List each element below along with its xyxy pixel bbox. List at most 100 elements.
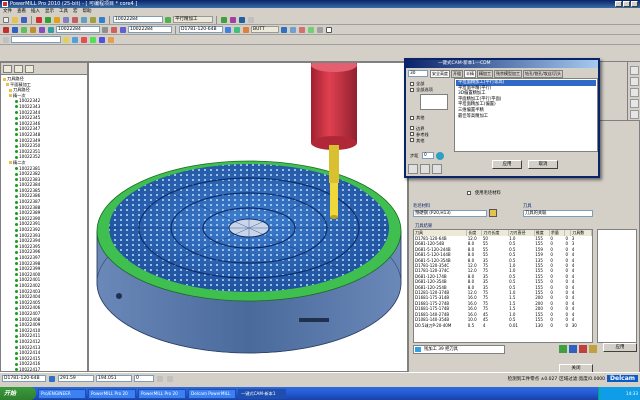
task-powermill-2[interactable]: PowerMILL Pro 20	[138, 388, 186, 399]
drill-icon[interactable]	[29, 26, 37, 34]
tip-radius-icon[interactable]	[47, 26, 55, 34]
save-icon[interactable]	[20, 16, 28, 24]
new-icon[interactable]	[2, 16, 10, 24]
tab-drill[interactable]: 钻孔/铣孔/攻丝/沉头	[523, 70, 564, 78]
strategy-list[interactable]: 平坦面精加工(平行等高) 平坦面半精(平行) 3D偏置精加工 平面精加工(平行/平面)…	[454, 78, 598, 152]
tool-select[interactable]: 刀具的关联	[523, 210, 593, 217]
menu-insert[interactable]: 插入	[31, 8, 40, 15]
tool-icon[interactable]	[2, 26, 10, 34]
boundary-label[interactable]: BUTT	[251, 26, 279, 33]
block-icon[interactable]	[62, 16, 70, 24]
task-one-click-cam[interactable]: 一键式CAM-新本1	[238, 388, 286, 399]
view-x-icon[interactable]	[629, 77, 639, 86]
view-top-icon[interactable]	[289, 26, 297, 34]
arrow-icon[interactable]	[2, 36, 10, 44]
all-checkbox[interactable]	[410, 82, 414, 86]
tool-icon[interactable]	[579, 345, 587, 353]
tool-select[interactable]: 10022284	[56, 26, 100, 33]
verify-icon[interactable]	[220, 16, 228, 24]
toolpath-icon[interactable]	[98, 16, 106, 24]
all-options-checkbox[interactable]	[410, 88, 414, 92]
refresh-icon[interactable]	[436, 152, 444, 160]
tool-icon[interactable]	[559, 345, 567, 353]
task-proe[interactable]: Pro/ENGINEER	[38, 388, 86, 399]
workplane-icon[interactable]	[89, 36, 97, 44]
surface-icon[interactable]	[80, 36, 88, 44]
menu-tools[interactable]: 工具	[59, 8, 68, 15]
explorer-tab-icon[interactable]	[25, 65, 34, 73]
tool-icon[interactable]	[432, 164, 442, 174]
boundary-checkbox[interactable]	[410, 126, 414, 130]
tab-semi-finish[interactable]: 半精	[464, 70, 476, 78]
simulate-icon[interactable]	[229, 16, 237, 24]
calculate-icon[interactable]	[35, 16, 43, 24]
ballnose-icon[interactable]	[11, 26, 19, 34]
material-folder-icon[interactable]	[489, 209, 497, 217]
snap-icon[interactable]	[156, 375, 164, 383]
nc-program-icon[interactable]	[238, 16, 246, 24]
menu-help[interactable]: 帮助	[83, 8, 92, 15]
maximize-button[interactable]	[623, 1, 630, 7]
strategy-icon[interactable]	[164, 16, 172, 24]
pan-icon[interactable]	[242, 26, 250, 34]
workplane-icon[interactable]	[48, 375, 56, 383]
reference-checkbox[interactable]	[410, 132, 414, 136]
menu-display[interactable]: 显示	[45, 8, 54, 15]
tab-safe-height[interactable]: 安全高度	[430, 70, 450, 78]
shade-icon[interactable]	[316, 26, 324, 34]
view-z-icon[interactable]	[629, 99, 639, 108]
feeds-icon[interactable]	[89, 16, 97, 24]
measure-icon[interactable]	[107, 36, 115, 44]
view-side-icon[interactable]	[307, 26, 315, 34]
use-stock-checkbox[interactable]	[467, 191, 471, 195]
apply-button[interactable]: 应用	[603, 343, 637, 352]
tool-icon[interactable]	[408, 164, 418, 174]
explorer-tab-icon[interactable]	[14, 65, 23, 73]
grid-icon[interactable]	[166, 375, 174, 383]
task-powermill-1[interactable]: PowerMILL Pro 20	[88, 388, 136, 399]
minimize-button[interactable]	[615, 1, 622, 7]
holder-icon[interactable]	[110, 26, 118, 34]
explorer-tab-icon[interactable]	[3, 65, 12, 73]
safe-height-input[interactable]: 30	[408, 70, 428, 77]
layer-select[interactable]	[11, 36, 61, 43]
boundary-icon[interactable]	[44, 16, 52, 24]
stepover-input[interactable]: 0	[422, 152, 434, 159]
status-tool[interactable]: D1781-120-64B	[2, 375, 46, 382]
table-row[interactable]: D0.5球刀P-20-40M 0.5 4 0.01 130 0 0 30	[414, 323, 592, 328]
other-checkbox[interactable]	[410, 116, 414, 120]
graphics-viewport[interactable]	[88, 62, 408, 372]
menu-file[interactable]: 文件	[3, 8, 12, 15]
strategy-label[interactable]: 平行精加工	[173, 16, 213, 23]
tab-rough[interactable]: 开粗	[451, 70, 463, 78]
tool-icon[interactable]	[420, 164, 430, 174]
cancel-button[interactable]: 取消	[528, 160, 558, 169]
tool-icon[interactable]	[589, 345, 597, 353]
rotate-icon[interactable]	[233, 26, 241, 34]
tool-icon[interactable]	[569, 345, 577, 353]
view-y-icon[interactable]	[629, 88, 639, 97]
menu-macro[interactable]: 宏	[73, 8, 78, 15]
tool3-select[interactable]: D1781-120-64B	[179, 26, 223, 33]
zoom-fit-icon[interactable]	[629, 110, 639, 119]
task-delcam[interactable]: Delcam PowerMILL	[188, 388, 236, 399]
rapid-move-icon[interactable]	[71, 16, 79, 24]
view-front-icon[interactable]	[298, 26, 306, 34]
menu-view[interactable]: 查看	[17, 8, 26, 15]
material-select[interactable]: 预硬钢 (P20,H13)	[413, 210, 487, 217]
tree-item[interactable]: 10022417	[3, 367, 85, 371]
tool-settings-icon[interactable]	[101, 26, 109, 34]
close-button[interactable]	[631, 1, 638, 7]
open-icon[interactable]	[11, 16, 19, 24]
misc-checkbox[interactable]	[410, 138, 414, 142]
strategy-list-item[interactable]: 最佳等高精加工	[456, 114, 596, 120]
endmill-icon[interactable]	[20, 26, 28, 34]
wireframe-icon[interactable]	[325, 26, 333, 34]
tab-rest[interactable]: 残余模型加工	[494, 70, 522, 78]
shank-icon[interactable]	[119, 26, 127, 34]
zoom-icon[interactable]	[224, 26, 232, 34]
view-iso-icon[interactable]	[280, 26, 288, 34]
pattern-icon[interactable]	[53, 16, 61, 24]
leads-icon[interactable]	[80, 16, 88, 24]
setup-icon[interactable]	[247, 16, 255, 24]
